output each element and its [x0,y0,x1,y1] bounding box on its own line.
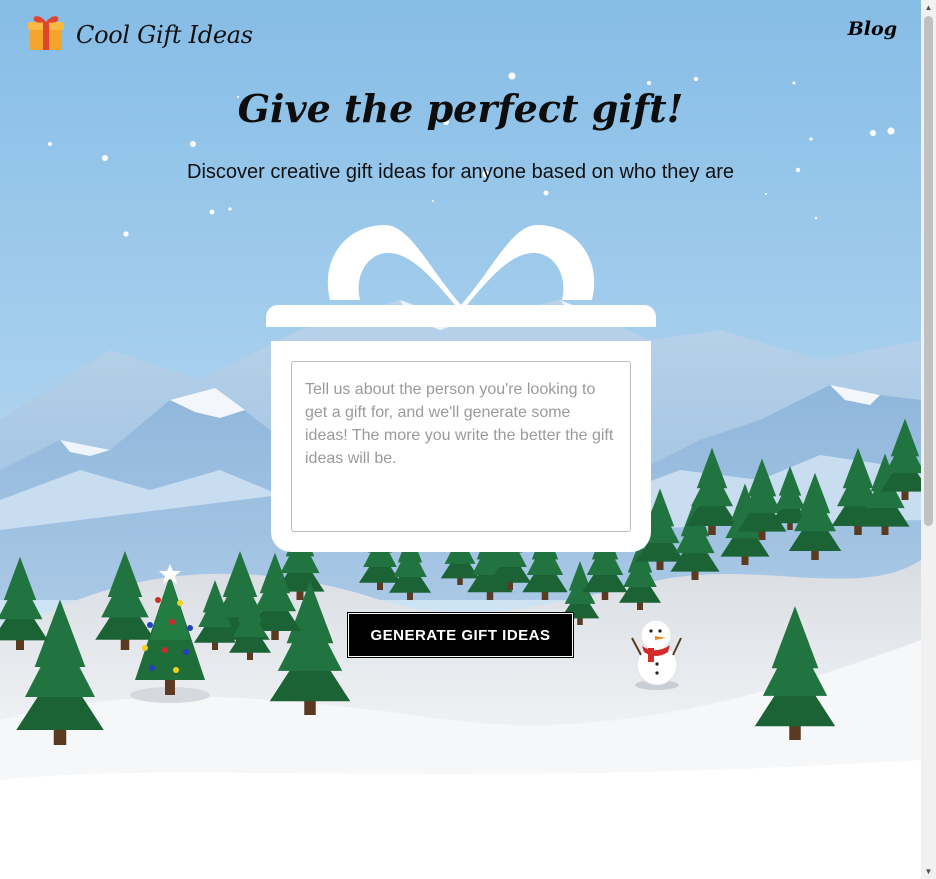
snowflake-icon [543,190,549,196]
nav-blog-link[interactable]: Blog [848,18,897,40]
snowflake-icon [432,200,434,202]
page-title: Give the perfect gift! [237,86,684,131]
scroll-down-icon[interactable]: ▼ [921,864,936,879]
gift-box-lid [266,305,656,327]
logo-link[interactable]: Cool Gift Ideas [26,12,253,57]
snowflake-icon [647,81,651,85]
page-subtitle: Discover creative gift ideas for anyone … [187,161,734,183]
snowflake-icon [123,231,129,237]
snowflake-icon [48,142,52,146]
snowflake-icon [765,193,767,195]
scrollbar-thumb[interactable] [924,16,933,526]
snowflake-icon [693,76,699,82]
snowflake-icon [792,81,796,85]
snowflake-icon [809,137,813,141]
generate-gift-ideas-button[interactable]: GENERATE GIFT IDEAS [348,613,573,657]
vertical-scrollbar[interactable]: ▲ ▼ [921,0,936,879]
snowflake-icon [228,207,232,211]
site-header: Cool Gift Ideas Blog [0,0,921,64]
scroll-up-icon[interactable]: ▲ [921,0,936,15]
gift-icon [26,12,66,57]
snowflake-icon [508,72,516,80]
snowflake-icon [190,141,196,147]
site-title: Cool Gift Ideas [76,20,253,49]
snowflake-icon [209,209,215,215]
person-description-input[interactable] [291,361,631,532]
snowflake-icon [814,216,818,220]
